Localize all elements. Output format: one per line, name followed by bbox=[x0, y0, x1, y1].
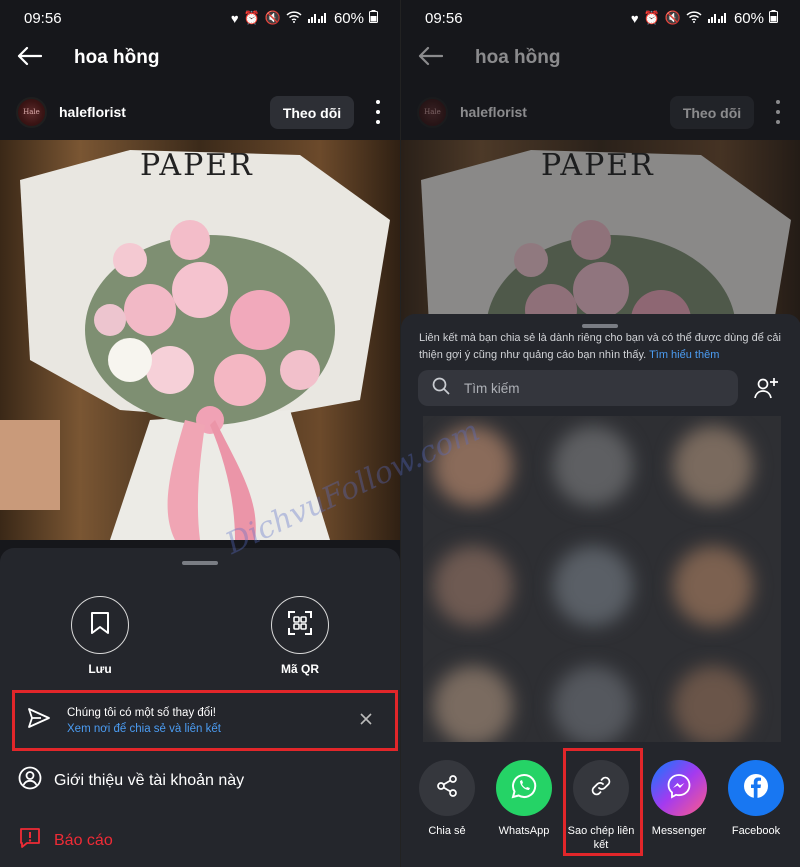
status-bar: 09:56 ♥ ⏰ 🔇 60% bbox=[0, 0, 400, 36]
sheet-handle[interactable] bbox=[582, 324, 618, 328]
back-arrow-icon[interactable] bbox=[417, 46, 444, 71]
mute-icon: 🔇 bbox=[664, 10, 681, 25]
account-row: Hale haleflorist Theo dõi bbox=[0, 92, 400, 132]
share-label: Chia sẻ bbox=[428, 825, 466, 837]
notice-link[interactable]: Xem nơi để chia sẻ và liên kết bbox=[67, 721, 221, 737]
options-sheet: Lưu Mã QR Chúng tôi có một số thay đổi! … bbox=[0, 548, 400, 867]
status-time: 09:56 bbox=[425, 9, 463, 27]
wifi-icon bbox=[686, 10, 702, 26]
facebook-label: Facebook bbox=[731, 825, 781, 837]
qr-code-button[interactable] bbox=[271, 596, 329, 654]
screenshot-root: 09:56 ♥ ⏰ 🔇 60% hoa hồng Hale halefloris… bbox=[0, 0, 800, 867]
follow-button[interactable]: Theo dõi bbox=[670, 96, 754, 129]
signal-icon bbox=[307, 11, 327, 26]
close-icon[interactable] bbox=[359, 712, 373, 731]
save-label: Lưu bbox=[88, 662, 112, 676]
left-screen: 09:56 ♥ ⏰ 🔇 60% hoa hồng Hale halefloris… bbox=[0, 0, 400, 867]
share-info-body: Liên kết mà bạn chia sẻ là dành riêng ch… bbox=[419, 332, 781, 361]
account-name[interactable]: haleflorist bbox=[59, 104, 126, 120]
battery-percent: 60% bbox=[333, 9, 364, 27]
status-icons: ♥ ⏰ 🔇 60% bbox=[631, 10, 778, 27]
account-row: Hale haleflorist Theo dõi bbox=[401, 92, 800, 132]
photo-paper-text: PAPER bbox=[140, 148, 254, 183]
heart-icon: ♥ bbox=[230, 10, 239, 26]
alarm-icon: ⏰ bbox=[643, 10, 660, 25]
top-bar: hoa hồng bbox=[0, 36, 400, 80]
about-account-item[interactable]: Giới thiệu về tài khoản này bbox=[18, 766, 244, 795]
status-icons: ♥ ⏰ 🔇 60% bbox=[231, 10, 378, 27]
copy-link-button[interactable] bbox=[573, 760, 629, 816]
whatsapp-button[interactable] bbox=[496, 760, 552, 816]
link-icon bbox=[589, 774, 613, 803]
status-bar: 09:56 ♥ ⏰ 🔇 60% bbox=[401, 0, 800, 36]
photo-paper-text: PAPER bbox=[541, 148, 655, 183]
top-bar: hoa hồng bbox=[401, 36, 800, 80]
report-label: Báo cáo bbox=[54, 831, 113, 849]
facebook-icon bbox=[741, 771, 771, 806]
page-title: hoa hồng bbox=[74, 47, 160, 68]
messenger-label: Messenger bbox=[651, 825, 707, 837]
learn-more-link[interactable]: Tìm hiểu thêm bbox=[649, 349, 719, 361]
status-time: 09:56 bbox=[24, 9, 62, 27]
whatsapp-label: WhatsApp bbox=[498, 825, 550, 837]
share-button[interactable] bbox=[419, 760, 475, 816]
search-input[interactable]: Tìm kiếm bbox=[418, 370, 738, 406]
about-account-label: Giới thiệu về tài khoản này bbox=[54, 771, 245, 789]
messenger-icon bbox=[665, 772, 693, 805]
alarm-icon: ⏰ bbox=[243, 10, 260, 25]
search-icon bbox=[432, 377, 450, 400]
signal-icon bbox=[707, 11, 727, 26]
share-sheet: Liên kết mà bạn chia sẻ là dành riêng ch… bbox=[401, 314, 800, 867]
report-item[interactable]: Báo cáo bbox=[18, 826, 113, 855]
share-icon bbox=[435, 774, 459, 803]
user-circle-icon bbox=[18, 766, 42, 795]
back-arrow-icon[interactable] bbox=[16, 46, 43, 71]
share-info-text: Liên kết mà bạn chia sẻ là dành riêng ch… bbox=[419, 330, 785, 364]
bookmark-icon bbox=[90, 611, 110, 640]
battery-percent: 60% bbox=[733, 9, 764, 27]
avatar[interactable]: Hale bbox=[417, 96, 448, 128]
mute-icon: 🔇 bbox=[264, 10, 281, 25]
notice-title: Chúng tôi có một số thay đổi! bbox=[67, 706, 216, 719]
search-placeholder: Tìm kiếm bbox=[464, 380, 520, 396]
sheet-handle[interactable] bbox=[182, 561, 218, 565]
battery-icon bbox=[369, 10, 378, 26]
avatar[interactable]: Hale bbox=[16, 96, 47, 128]
follow-button[interactable]: Theo dõi bbox=[270, 96, 354, 129]
heart-icon: ♥ bbox=[630, 10, 639, 26]
changes-notice[interactable]: Chúng tôi có một số thay đổi! Xem nơi để… bbox=[12, 690, 398, 751]
report-icon bbox=[18, 826, 42, 855]
qr-code-label: Mã QR bbox=[280, 662, 319, 676]
avatar-logo-text: Hale bbox=[23, 108, 40, 116]
messenger-button[interactable] bbox=[651, 760, 707, 816]
more-options-icon[interactable] bbox=[774, 100, 782, 124]
facebook-button[interactable] bbox=[728, 760, 784, 816]
blurred-contacts-grid bbox=[423, 416, 781, 746]
battery-icon bbox=[769, 10, 778, 26]
notice-text: Chúng tôi có một số thay đổi! Xem nơi để… bbox=[67, 705, 221, 737]
add-people-icon[interactable] bbox=[753, 376, 779, 405]
more-options-icon[interactable] bbox=[374, 100, 382, 124]
copy-link-label: Sao chép liên kết bbox=[567, 825, 635, 851]
avatar-logo-text: Hale bbox=[424, 108, 441, 116]
page-title: hoa hồng bbox=[475, 47, 561, 68]
wifi-icon bbox=[286, 10, 302, 26]
save-button[interactable] bbox=[71, 596, 129, 654]
send-icon bbox=[27, 707, 51, 734]
share-options-bar: Chia sẻ WhatsApp Sao chép liên kết Messe… bbox=[401, 742, 800, 867]
qr-code-icon bbox=[287, 610, 313, 641]
whatsapp-icon bbox=[510, 772, 538, 805]
account-name[interactable]: haleflorist bbox=[460, 104, 527, 120]
